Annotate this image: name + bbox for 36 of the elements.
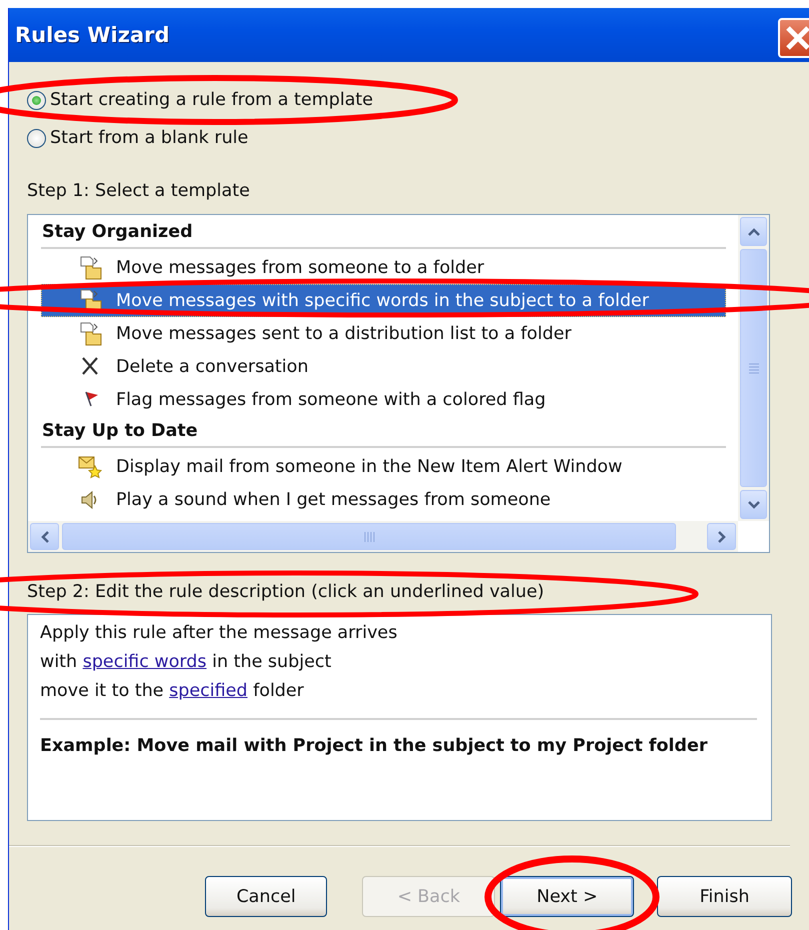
template-item[interactable]: Move messages from someone to a folder <box>41 251 726 284</box>
folder-icon <box>78 256 102 280</box>
folder-icon <box>78 322 102 346</box>
wizard-button[interactable]: Finish <box>657 876 792 917</box>
horizontal-scrollbar[interactable] <box>28 521 738 552</box>
scroll-thumb[interactable] <box>740 249 767 487</box>
scroll-right-button[interactable] <box>707 523 736 550</box>
template-item[interactable]: Display mail from someone in the New Item Alert Window <box>41 450 726 483</box>
mail-star-icon <box>78 454 102 478</box>
close-button[interactable] <box>778 18 809 58</box>
description-text: move it to the <box>40 681 165 701</box>
template-item[interactable]: Play a sound when I get messages from someone <box>41 483 726 516</box>
window-title: Rules Wizard <box>15 23 170 47</box>
scroll-thumb[interactable] <box>62 523 676 550</box>
scroll-down-button[interactable] <box>740 490 767 519</box>
description-text: in the subject <box>211 652 332 672</box>
value-link[interactable]: specified <box>169 681 248 701</box>
value-link[interactable]: specific words <box>82 652 207 672</box>
radio-option[interactable]: Start creating a rule from a template <box>27 88 374 112</box>
template-item[interactable]: Move messages sent to a distribution list to a folder <box>41 317 726 350</box>
wizard-button[interactable]: Next > <box>500 876 634 917</box>
radio-option[interactable]: Start from a blank rule <box>27 126 248 150</box>
group-header: Stay Up to Date <box>41 416 726 448</box>
template-item[interactable]: Delete a conversation <box>41 350 726 383</box>
example-text: Example: Move mail with Project in the subject to my Project folder <box>40 735 708 758</box>
wizard-button[interactable]: Cancel <box>205 876 328 917</box>
template-item[interactable]: Flag messages from someone with a colored flag <box>41 383 726 416</box>
step-label: Step 2: Edit the rule description (click an underlined value) <box>27 582 546 604</box>
description-text: Apply this rule after the message arrives <box>40 623 398 643</box>
description-text: with <box>40 652 78 672</box>
step-label: Step 1: Select a template <box>27 181 251 203</box>
vertical-scrollbar[interactable] <box>738 215 769 521</box>
group-header: Stay Organized <box>41 217 726 249</box>
description-text: folder <box>252 681 304 701</box>
scroll-up-button[interactable] <box>740 217 767 246</box>
scroll-left-button[interactable] <box>30 523 59 550</box>
